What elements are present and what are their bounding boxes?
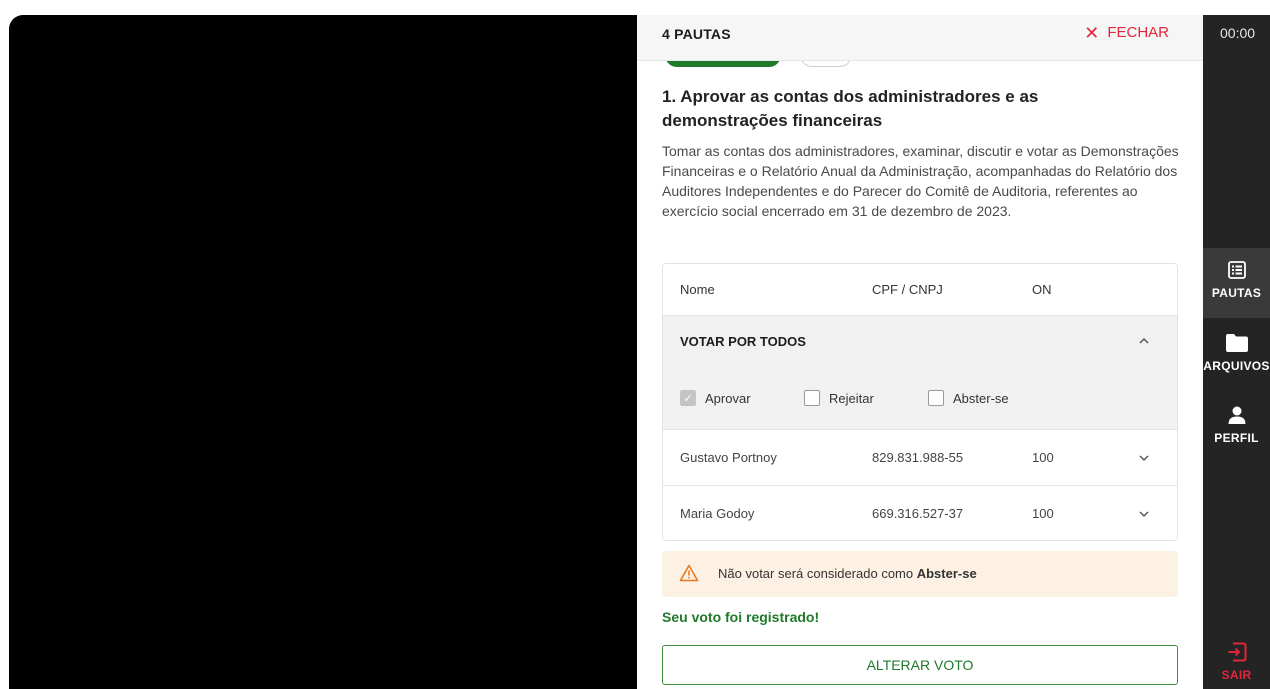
rail-item-arquivos[interactable]: ARQUIVOS (1203, 333, 1270, 393)
rail-item-pautas[interactable]: PAUTAS (1203, 248, 1270, 318)
side-rail: 00:00 PAUTAS ARQUIVOS PERFIL SAIR (1203, 15, 1270, 689)
option-abstain[interactable]: Abster-se (928, 390, 1009, 406)
vote-all-options: ✓ Aprovar Rejeitar Abster-se (663, 368, 1177, 430)
warning-prefix: Não votar será considerado como (718, 566, 917, 581)
close-label: FECHAR (1107, 24, 1169, 41)
rail-label: PAUTAS (1211, 286, 1262, 300)
agenda-item-title: 1. Aprovar as contas dos administradores… (662, 87, 1039, 130)
column-header-name: Nome (680, 282, 715, 297)
close-button[interactable]: ✕ FECHAR (1084, 22, 1169, 43)
vote-registered-message: Seu voto foi registrado! (662, 609, 820, 625)
rail-item-perfil[interactable]: PERFIL (1203, 405, 1270, 465)
chevron-down-icon[interactable] (1137, 507, 1151, 521)
option-approve-label: Aprovar (705, 390, 751, 406)
table-header: Nome CPF / CNPJ ON (663, 264, 1177, 316)
checkbox-abstain[interactable] (928, 390, 944, 406)
checkbox-approve[interactable]: ✓ (680, 390, 696, 406)
change-vote-button[interactable]: ALTERAR VOTO (662, 645, 1178, 685)
rail-label-exit: SAIR (1221, 668, 1252, 682)
warning-icon (679, 564, 699, 582)
rail-item-sair[interactable]: SAIR (1203, 642, 1270, 689)
folder-icon (1225, 334, 1248, 352)
vote-all-row[interactable]: VOTAR POR TODOS (663, 316, 1177, 368)
warning-emphasis: Abster-se (916, 566, 977, 581)
video-area (9, 15, 637, 689)
rail-label: ARQUIVOS (1203, 359, 1270, 373)
checkbox-reject[interactable] (804, 390, 820, 406)
row-doc: 669.316.527-37 (872, 506, 964, 521)
column-header-doc: CPF / CNPJ (872, 282, 943, 297)
user-icon (1228, 406, 1245, 424)
app-stage: 4 PAUTAS ✕ FECHAR 1. Aprovar as contas d… (0, 0, 1270, 689)
table-row[interactable]: Maria Godoy 669.316.527-37 100 (663, 486, 1177, 540)
column-header-on: ON (1032, 282, 1052, 297)
row-name: Maria Godoy (680, 506, 755, 521)
agenda-item-description: Tomar as contas dos administradores, exa… (662, 143, 1179, 219)
panel-header: 4 PAUTAS ✕ FECHAR (637, 15, 1203, 61)
vote-all-label: VOTAR POR TODOS (680, 334, 806, 349)
option-reject[interactable]: Rejeitar (804, 390, 874, 406)
row-name: Gustavo Portnoy (680, 450, 777, 465)
timer: 00:00 (1220, 25, 1256, 41)
vote-table: Nome CPF / CNPJ ON VOTAR POR TODOS ✓ Apr… (662, 263, 1178, 541)
rail-label: PERFIL (1214, 431, 1259, 445)
chevron-up-icon[interactable] (1137, 334, 1151, 348)
panel-title: 4 PAUTAS (662, 26, 731, 42)
option-reject-label: Rejeitar (829, 390, 874, 406)
option-abstain-label: Abster-se (953, 390, 1009, 406)
row-doc: 829.831.988-55 (872, 450, 964, 465)
exit-icon (1228, 642, 1246, 662)
row-on: 100 (1032, 506, 1054, 521)
agenda-panel: 4 PAUTAS ✕ FECHAR 1. Aprovar as contas d… (637, 15, 1203, 689)
warning-text: Não votar será considerado como Abster-s… (718, 566, 977, 581)
list-icon (1227, 261, 1246, 279)
warning-banner: Não votar será considerado como Abster-s… (662, 551, 1178, 597)
table-row[interactable]: Gustavo Portnoy 829.831.988-55 100 (663, 430, 1177, 486)
chevron-down-icon[interactable] (1137, 451, 1151, 465)
close-icon: ✕ (1084, 22, 1100, 43)
row-on: 100 (1032, 450, 1054, 465)
option-approve[interactable]: ✓ Aprovar (680, 390, 751, 406)
